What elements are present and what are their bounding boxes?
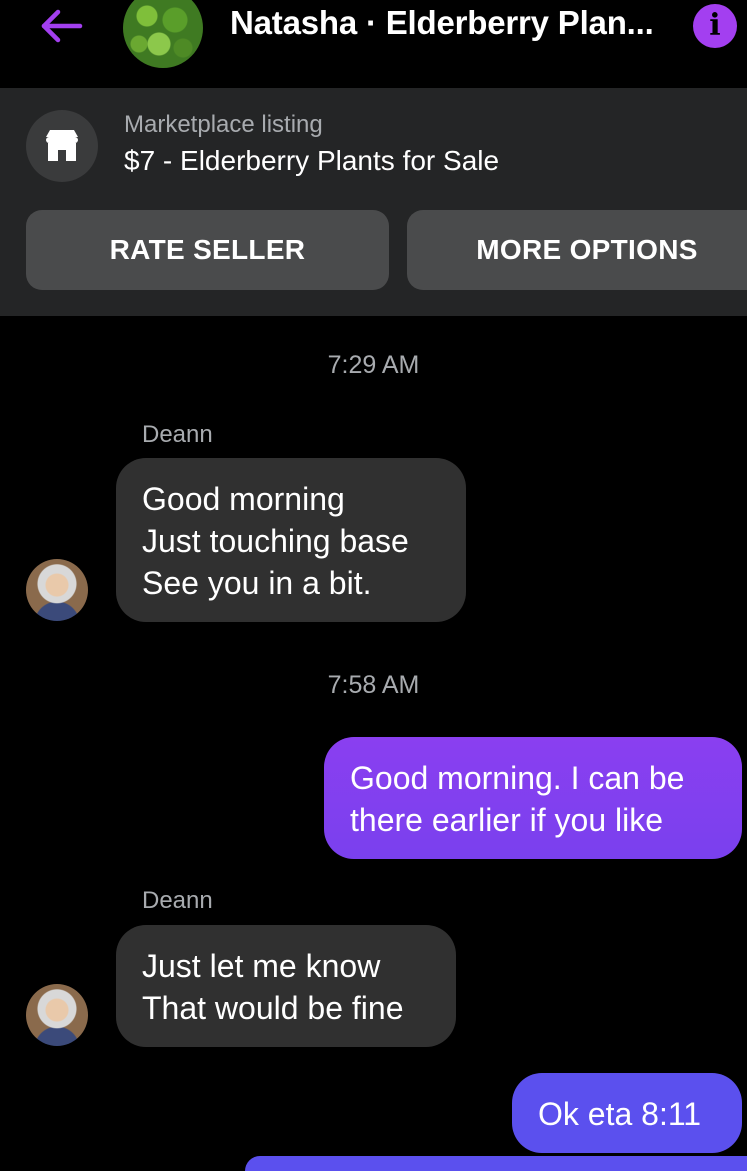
message-timestamp: 7:29 AM <box>327 351 420 379</box>
message-line: there earlier if you like <box>350 802 664 838</box>
message-line: Good morning. I can be <box>350 760 685 796</box>
more-options-button[interactable]: MORE OPTIONS <box>407 210 747 290</box>
message-line: Ok eta 8:11 <box>538 1096 702 1132</box>
info-icon[interactable]: i <box>693 4 737 48</box>
message-line: See you in a bit. <box>142 565 372 601</box>
message-timestamp: 7:58 AM <box>327 671 420 699</box>
sender-name: Deann <box>142 887 213 914</box>
message-line: Good morning <box>142 481 345 517</box>
incoming-message-bubble[interactable]: Good morning Just touching base See you … <box>116 458 466 622</box>
message-line: Just touching base <box>142 523 409 559</box>
message-line: Just let me know <box>142 948 381 984</box>
sender-avatar[interactable] <box>26 559 88 621</box>
sender-name: Deann <box>142 421 213 448</box>
listing-title[interactable]: $7 - Elderberry Plants for Sale <box>124 145 499 177</box>
arrow-left-icon[interactable] <box>36 4 86 48</box>
sender-avatar[interactable] <box>26 984 88 1046</box>
rate-seller-button[interactable]: RATE SELLER <box>26 210 389 290</box>
outgoing-message-bubble[interactable]: Good morning. I can be there earlier if … <box>324 737 742 859</box>
storefront-icon <box>26 110 98 182</box>
incoming-message-bubble[interactable]: Just let me know That would be fine <box>116 925 456 1047</box>
listing-label: Marketplace listing <box>124 111 323 138</box>
outgoing-message-bubble[interactable]: Ok eta 8:11 <box>512 1073 742 1153</box>
outgoing-message-bubble[interactable] <box>245 1156 747 1171</box>
thread-title[interactable]: Natasha · Elderberry Plan... <box>230 4 654 42</box>
message-line: That would be fine <box>142 990 404 1026</box>
